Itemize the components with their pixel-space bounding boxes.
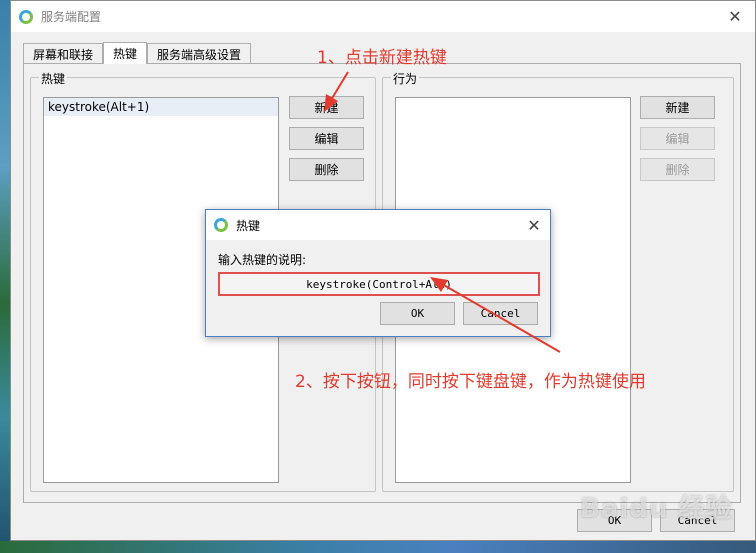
dialog-close-button[interactable]: ✕ <box>524 215 544 235</box>
list-item[interactable]: keystroke(Alt+1) <box>44 98 278 116</box>
action-delete-button: 删除 <box>640 158 715 181</box>
window-close-button[interactable]: ✕ <box>725 6 745 26</box>
app-ring-icon <box>214 218 228 232</box>
action-new-button[interactable]: 新建 <box>640 96 715 119</box>
dialog-ok-button[interactable]: OK <box>380 302 455 325</box>
dialog-cancel-button[interactable]: Cancel <box>463 302 538 325</box>
app-ring-icon <box>19 9 33 24</box>
tab-hotkeys[interactable]: 热键 <box>103 42 148 64</box>
dialog-titlebar[interactable]: 热键 ✕ <box>206 210 550 240</box>
hotkey-edit-button[interactable]: 编辑 <box>289 127 364 150</box>
hotkey-new-button[interactable]: 新建 <box>289 96 364 119</box>
desktop-background <box>0 0 10 553</box>
window-titlebar[interactable]: 服务端配置 ✕ <box>11 1 755 32</box>
step1-annotation: 1、点击新建热键 <box>317 48 447 68</box>
dialog-title: 热键 <box>236 218 261 233</box>
tab-server-advanced[interactable]: 服务端高级设置 <box>147 43 252 64</box>
window-title: 服务端配置 <box>41 10 102 24</box>
hotkey-prompt-label: 输入热键的说明: <box>218 253 307 267</box>
hotkey-dialog: 热键 ✕ 输入热键的说明: keystroke(Control+Alt) OK … <box>205 209 551 337</box>
hotkey-capture-button[interactable]: keystroke(Control+Alt) <box>218 272 540 296</box>
actions-group-label: 行为 <box>391 70 420 87</box>
hotkeys-group-label: 热键 <box>39 70 68 87</box>
tab-screen-and-links[interactable]: 屏幕和联接 <box>23 43 104 64</box>
tab-strip: 屏幕和联接 热键 服务端高级设置 <box>23 42 252 64</box>
step2-annotation: 2、按下按钮，同时按下键盘键，作为热键使用 <box>295 372 646 392</box>
baidu-watermark: Baidu 经验 <box>580 494 733 524</box>
hotkey-delete-button[interactable]: 删除 <box>289 158 364 181</box>
taskbar-strip <box>0 541 756 553</box>
action-edit-button: 编辑 <box>640 127 715 150</box>
